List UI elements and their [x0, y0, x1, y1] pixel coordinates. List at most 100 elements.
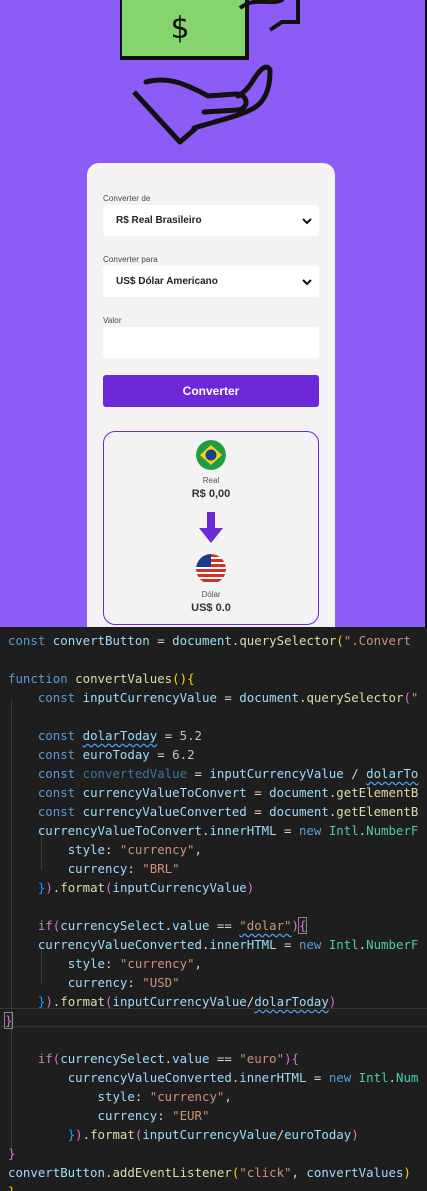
code-token: function	[8, 671, 68, 686]
code-token: (	[336, 633, 344, 648]
code-token: /	[343, 766, 367, 781]
code-token: new	[298, 937, 322, 952]
code-token: if	[37, 1051, 53, 1066]
code-token: )	[45, 880, 53, 895]
code-token: dolarToday	[82, 728, 158, 743]
code-token: ==	[209, 1051, 240, 1066]
code-token: )	[328, 994, 337, 1009]
code-line-12: style: "currency",	[8, 840, 202, 859]
amount-input[interactable]	[103, 327, 319, 358]
code-line-9: const currencyValueToConvert = document.…	[8, 783, 419, 802]
code-token: {	[187, 671, 195, 686]
code-token: "BRL"	[142, 861, 180, 876]
code-token: currencyValueConverted	[37, 937, 202, 952]
dollar-bill-icon: $	[120, 0, 300, 60]
to-currency-select[interactable]: US$ Dólar Americano	[103, 266, 319, 297]
code-line-30: }	[8, 1182, 15, 1191]
code-token: inputCurrencyValue	[112, 994, 247, 1009]
to-currency-label: Converter para	[103, 255, 158, 264]
from-currency-label: Converter de	[103, 194, 151, 203]
code-line-4: const inputCurrencyValue = document.quer…	[8, 688, 419, 707]
result-box: Real R$ 0,00 Dólar US$ 0.0	[103, 431, 319, 625]
code-token: }	[8, 1184, 15, 1191]
code-line-8: const convertedValue = inputCurrencyValu…	[8, 764, 419, 783]
code-line-29: convertButton.addEventListener("click", …	[8, 1163, 411, 1182]
code-token: Intl	[328, 823, 359, 838]
code-token: getElementB	[336, 804, 419, 819]
code-token: }	[3, 1012, 14, 1029]
code-line-13: currency: "BRL"	[8, 859, 180, 878]
code-token: convertButton	[8, 1165, 105, 1180]
code-token: ".Convert	[343, 633, 411, 648]
code-token: inputCurrencyValue	[112, 880, 247, 895]
code-token: "USD"	[142, 975, 180, 990]
convert-button[interactable]: Converter	[103, 375, 319, 407]
code-token: currency	[67, 861, 128, 876]
from-currency-select[interactable]: R$ Real Brasileiro	[103, 205, 319, 236]
arrow-down-icon	[199, 512, 223, 543]
code-token: querySelector	[306, 690, 404, 705]
code-token: =	[149, 747, 173, 762]
code-token: ,	[194, 842, 202, 857]
code-token: "euro"	[239, 1051, 285, 1066]
code-token: currency	[67, 975, 128, 990]
code-token: querySelector	[239, 633, 337, 648]
code-token: const	[37, 728, 76, 743]
code-token: "currency"	[119, 956, 195, 971]
money-hand-illustration: $	[120, 0, 300, 145]
code-token: :	[105, 842, 120, 857]
code-token: =	[216, 690, 240, 705]
code-token: :	[134, 1089, 150, 1104]
code-token: NumberF	[366, 937, 419, 952]
code-token: new	[298, 823, 322, 838]
code-token: euroToday	[82, 747, 150, 762]
code-token: =	[246, 785, 270, 800]
code-token: format	[60, 880, 106, 895]
code-token: Intl	[358, 1070, 389, 1085]
code-token: const	[37, 690, 76, 705]
code-editor[interactable]: const convertButton = document. querySele…	[0, 627, 427, 1191]
code-token: )	[246, 880, 255, 895]
code-token: currency	[97, 1108, 158, 1123]
code-token: ,	[224, 1089, 232, 1104]
code-token: inputCurrencyValue	[82, 690, 217, 705]
code-line-3: function convertValues(){	[8, 669, 195, 688]
code-token: :	[127, 975, 143, 990]
code-token: "currency"	[119, 842, 195, 857]
code-token: )	[291, 918, 299, 933]
chevron-down-icon	[302, 279, 312, 286]
code-token: currencyValueToConvert	[37, 823, 202, 838]
svg-text:$: $	[170, 11, 189, 46]
code-token: style	[97, 1089, 135, 1104]
code-line-26: currency: "EUR"	[8, 1106, 210, 1125]
code-token: convertValues	[75, 671, 173, 686]
code-token: document	[172, 633, 232, 648]
code-line-28: }	[8, 1144, 15, 1163]
code-line-10: const currencyValueConverted = document.…	[8, 802, 419, 821]
code-token: convertValues	[306, 1165, 404, 1180]
code-token: const	[8, 633, 46, 648]
code-token: style	[67, 842, 105, 857]
code-token: format	[90, 1127, 135, 1142]
code-token: inputCurrencyValue	[209, 766, 344, 781]
code-token: }	[8, 1146, 16, 1161]
code-token: {	[297, 917, 308, 934]
code-token: addEventListener	[112, 1165, 232, 1180]
code-token: value	[172, 1051, 210, 1066]
from-currency-value: R$ Real Brasileiro	[116, 215, 202, 226]
code-token: "currency"	[149, 1089, 225, 1104]
code-token: .	[82, 1127, 91, 1142]
code-token: convertedValue	[82, 766, 188, 781]
code-token: .	[388, 1070, 396, 1085]
code-token: (	[403, 690, 411, 705]
code-token: inputCurrencyValue	[142, 1127, 277, 1142]
code-token: getElementB	[336, 785, 419, 800]
chevron-down-icon	[302, 218, 312, 225]
source-currency-value: R$ 0,00	[191, 488, 231, 500]
code-token: )	[351, 1127, 359, 1142]
usa-flag-icon	[196, 554, 226, 584]
code-token: const	[37, 804, 76, 819]
code-token: /	[276, 1127, 285, 1142]
code-token: =	[306, 1070, 329, 1085]
code-token: currencyValueConverted	[82, 804, 247, 819]
